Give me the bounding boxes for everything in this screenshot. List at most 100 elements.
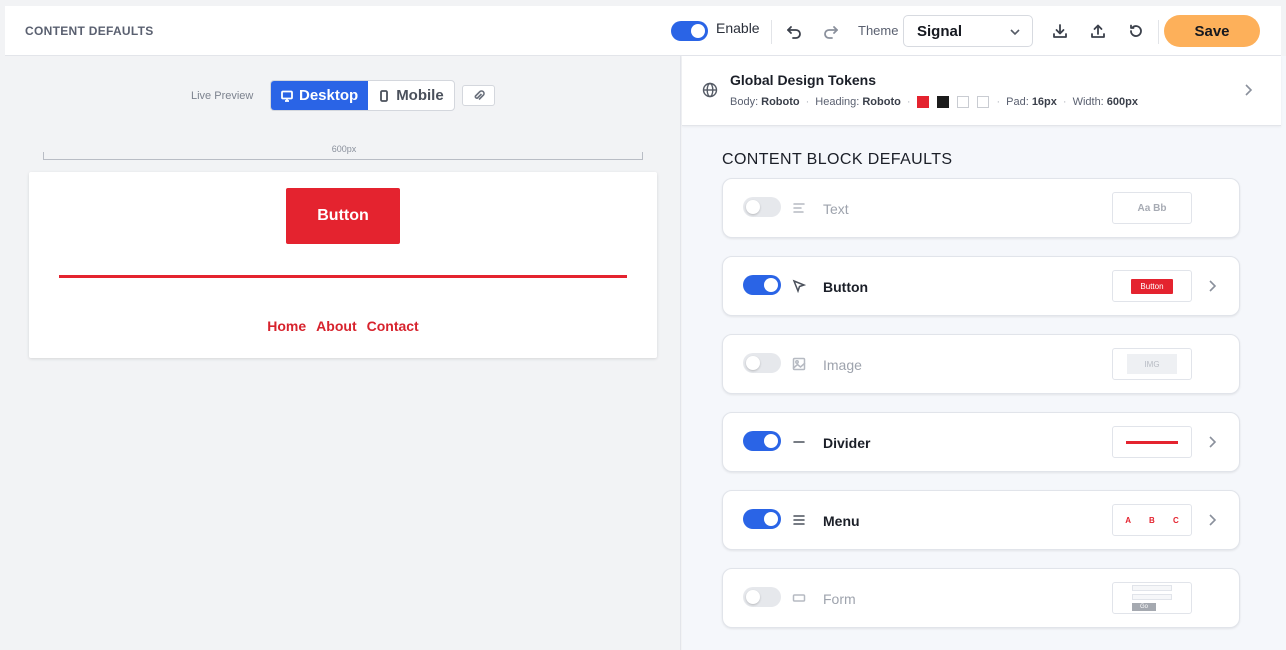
block-card-divider[interactable]: Divider: [722, 412, 1240, 472]
block-thumbnail: [1112, 426, 1192, 458]
thumbnail-button: Button: [1131, 278, 1173, 294]
smartphone-icon: [380, 89, 389, 102]
form-icon: [792, 591, 808, 607]
width-value: 600px: [1106, 96, 1138, 108]
preview-divider-block[interactable]: [59, 275, 627, 278]
thumbnail-form: Go: [1132, 585, 1172, 611]
block-toggle[interactable]: [743, 353, 781, 373]
reset-button[interactable]: [1125, 20, 1147, 42]
image-icon: [792, 357, 808, 373]
body-font-value: Roboto: [761, 96, 800, 108]
download-button[interactable]: [1049, 20, 1071, 42]
preview-menu-block[interactable]: Home About Contact: [29, 318, 657, 334]
top-toolbar: CONTENT DEFAULTS Enable Theme Signal Sav…: [5, 6, 1281, 56]
ruler-label: 600px: [327, 144, 361, 154]
theme-select[interactable]: Signal: [903, 15, 1033, 47]
heading-font-value: Roboto: [862, 96, 901, 108]
mobile-tab-label: Mobile: [396, 87, 444, 104]
desktop-tab-label: Desktop: [299, 87, 359, 104]
attach-button[interactable]: [462, 85, 495, 106]
enable-label: Enable: [716, 20, 760, 36]
pad-value: 16px: [1031, 96, 1057, 108]
upload-button[interactable]: [1087, 20, 1109, 42]
live-preview-label: Live Preview: [191, 90, 254, 102]
redo-button[interactable]: [820, 20, 842, 42]
preview-menu-item[interactable]: About: [316, 318, 356, 334]
block-toggle[interactable]: [743, 197, 781, 217]
block-thumbnail: A B C: [1112, 504, 1192, 536]
chevron-right-icon: [1243, 83, 1253, 97]
save-button[interactable]: Save: [1164, 15, 1260, 47]
heading-font-label: Heading:: [815, 96, 860, 108]
thumbnail-image: IMG: [1127, 354, 1177, 374]
undo-icon: [787, 26, 801, 39]
block-toggle[interactable]: [743, 275, 781, 295]
minus-icon: [792, 435, 808, 451]
theme-label: Theme: [858, 23, 899, 38]
device-switcher: Desktop Mobile: [270, 80, 455, 111]
app-root: CONTENT DEFAULTS Enable Theme Signal Sav…: [0, 0, 1286, 650]
thumbnail-divider: [1126, 440, 1178, 444]
monitor-icon: [281, 90, 293, 102]
block-card-button[interactable]: Button Button: [722, 256, 1240, 316]
text-align-icon: [792, 201, 808, 217]
block-toggle[interactable]: [743, 509, 781, 529]
chevron-right-icon[interactable]: [1207, 279, 1217, 293]
chevron-down-icon: [1010, 29, 1020, 36]
global-design-tokens-row[interactable]: Global Design Tokens Body: Roboto · Headi…: [682, 56, 1281, 126]
block-card-form[interactable]: Form Go: [722, 568, 1240, 628]
cursor-icon: [792, 279, 808, 295]
preview-button-block[interactable]: Button: [286, 188, 400, 244]
enable-toggle[interactable]: [671, 21, 708, 41]
color-swatch: [916, 96, 929, 108]
toolbar-divider: [771, 20, 772, 44]
tokens-summary: Body: Roboto · Heading: Roboto · · Pad: 16p…: [730, 96, 1138, 108]
block-toggle[interactable]: [743, 587, 781, 607]
download-icon: [1053, 24, 1067, 38]
color-swatch: [956, 96, 969, 108]
reset-icon: [1130, 24, 1142, 37]
email-preview-canvas: Button Home About Contact: [29, 172, 657, 358]
globe-icon: [702, 82, 718, 98]
block-toggle[interactable]: [743, 431, 781, 451]
color-swatch: [936, 96, 949, 108]
preview-menu-item[interactable]: Contact: [367, 318, 419, 334]
paperclip-icon: [474, 89, 485, 100]
thumbnail-text: Aa Bb: [1137, 202, 1167, 214]
body-font-label: Body:: [730, 96, 759, 108]
block-name: Button: [823, 279, 869, 295]
block-thumbnail: Go: [1112, 582, 1192, 614]
preview-menu-item[interactable]: Home: [267, 318, 306, 334]
block-name: Text: [823, 201, 849, 217]
pad-label: Pad:: [1006, 96, 1029, 108]
undo-button[interactable]: [783, 20, 805, 42]
block-name: Menu: [823, 513, 860, 529]
block-card-menu[interactable]: Menu A B C: [722, 490, 1240, 550]
color-swatch: [976, 96, 989, 108]
chevron-right-icon[interactable]: [1207, 435, 1217, 449]
settings-pane: Global Design Tokens Body: Roboto · Headi…: [682, 56, 1286, 650]
block-name: Divider: [823, 435, 871, 451]
width-label: Width:: [1072, 96, 1104, 108]
page-title: CONTENT DEFAULTS: [25, 24, 154, 38]
thumbnail-form-submit: Go: [1132, 603, 1156, 611]
thumbnail-menu: A B C: [1125, 515, 1187, 525]
width-ruler: 600px: [43, 144, 643, 160]
menu-icon: [792, 513, 808, 529]
block-name: Image: [823, 357, 862, 373]
redo-icon: [824, 26, 838, 39]
chevron-right-icon[interactable]: [1207, 513, 1217, 527]
section-title: CONTENT BLOCK DEFAULTS: [722, 151, 953, 168]
block-thumbnail: Button: [1112, 270, 1192, 302]
block-card-text[interactable]: Text Aa Bb: [722, 178, 1240, 238]
mobile-tab[interactable]: Mobile: [368, 81, 454, 110]
block-name: Form: [823, 591, 856, 607]
block-card-image[interactable]: Image IMG: [722, 334, 1240, 394]
upload-icon: [1091, 24, 1105, 38]
theme-select-value: Signal: [917, 22, 963, 40]
block-thumbnail: IMG: [1112, 348, 1192, 380]
tokens-title: Global Design Tokens: [730, 72, 876, 88]
preview-pane: Live Preview Desktop Mobile 600px Button…: [5, 56, 681, 650]
toolbar-divider: [1158, 20, 1159, 44]
desktop-tab[interactable]: Desktop: [271, 81, 369, 110]
